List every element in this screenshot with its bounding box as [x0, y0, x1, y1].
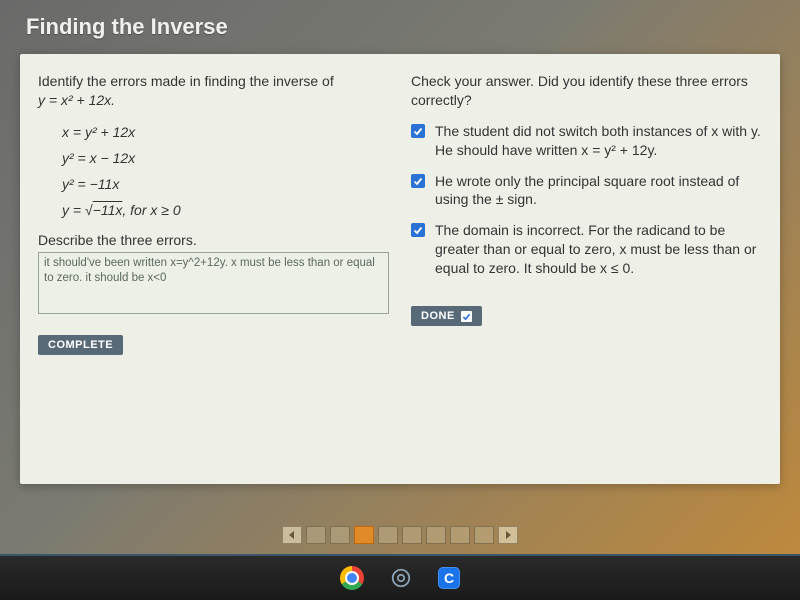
pager-slots: [306, 526, 494, 544]
error-text-2: He wrote only the principal square root …: [435, 172, 762, 210]
pager-page[interactable]: [426, 526, 446, 544]
pager-page[interactable]: [474, 526, 494, 544]
checkbox-checked-icon[interactable]: [411, 174, 425, 188]
work-line-2: y² = x − 12x: [62, 150, 389, 166]
pager-page[interactable]: [330, 526, 350, 544]
work-line-4: y = √−11x, for x ≥ 0: [62, 202, 389, 218]
work-line-4-radicand: −11x: [93, 203, 123, 217]
error-item-1: The student did not switch both instance…: [411, 122, 762, 160]
settings-icon[interactable]: [390, 567, 412, 589]
pager-page[interactable]: [378, 526, 398, 544]
check-icon: [461, 311, 472, 322]
pager-page[interactable]: [306, 526, 326, 544]
page-navigator: [0, 526, 800, 544]
pager-page[interactable]: [402, 526, 422, 544]
pager-page[interactable]: [450, 526, 470, 544]
page-title: Finding the Inverse: [12, 8, 788, 54]
complete-button-label: COMPLETE: [48, 339, 113, 351]
feedback-title: Check your answer. Did you identify thes…: [411, 72, 762, 110]
chrome-icon[interactable]: [340, 566, 364, 590]
left-column: Identify the errors made in finding the …: [38, 72, 389, 474]
done-button-label: DONE: [421, 310, 455, 322]
work-line-4-pre: y = √: [62, 202, 93, 218]
complete-button[interactable]: COMPLETE: [38, 335, 123, 355]
error-item-3: The domain is incorrect. For the radican…: [411, 221, 762, 278]
checkbox-checked-icon[interactable]: [411, 223, 425, 237]
c-app-icon[interactable]: C: [438, 567, 460, 589]
student-work: x = y² + 12x y² = x − 12x y² = −11x y = …: [38, 124, 389, 218]
right-column: Check your answer. Did you identify thes…: [411, 72, 762, 474]
worksheet-panel: Identify the errors made in finding the …: [20, 54, 780, 484]
work-line-3: y² = −11x: [62, 176, 389, 192]
error-text-3: The domain is incorrect. For the radican…: [435, 221, 762, 278]
screen: Finding the Inverse Identify the errors …: [0, 0, 800, 600]
identify-prompt: Identify the errors made in finding the …: [38, 72, 389, 110]
pager-page[interactable]: [354, 526, 374, 544]
work-line-4-post: , for x ≥ 0: [122, 202, 180, 218]
error-text-1: The student did not switch both instance…: [435, 122, 762, 160]
done-button[interactable]: DONE: [411, 306, 482, 326]
describe-label: Describe the three errors.: [38, 232, 389, 248]
prompt-text: Identify the errors made in finding the …: [38, 73, 334, 89]
taskbar: C: [0, 554, 800, 600]
work-line-1: x = y² + 12x: [62, 124, 389, 140]
pager-next-button[interactable]: [498, 526, 518, 544]
prompt-equation: y = x² + 12x.: [38, 92, 115, 108]
pager-prev-button[interactable]: [282, 526, 302, 544]
answer-textarea[interactable]: [38, 252, 389, 314]
checkbox-checked-icon[interactable]: [411, 124, 425, 138]
error-item-2: He wrote only the principal square root …: [411, 172, 762, 210]
